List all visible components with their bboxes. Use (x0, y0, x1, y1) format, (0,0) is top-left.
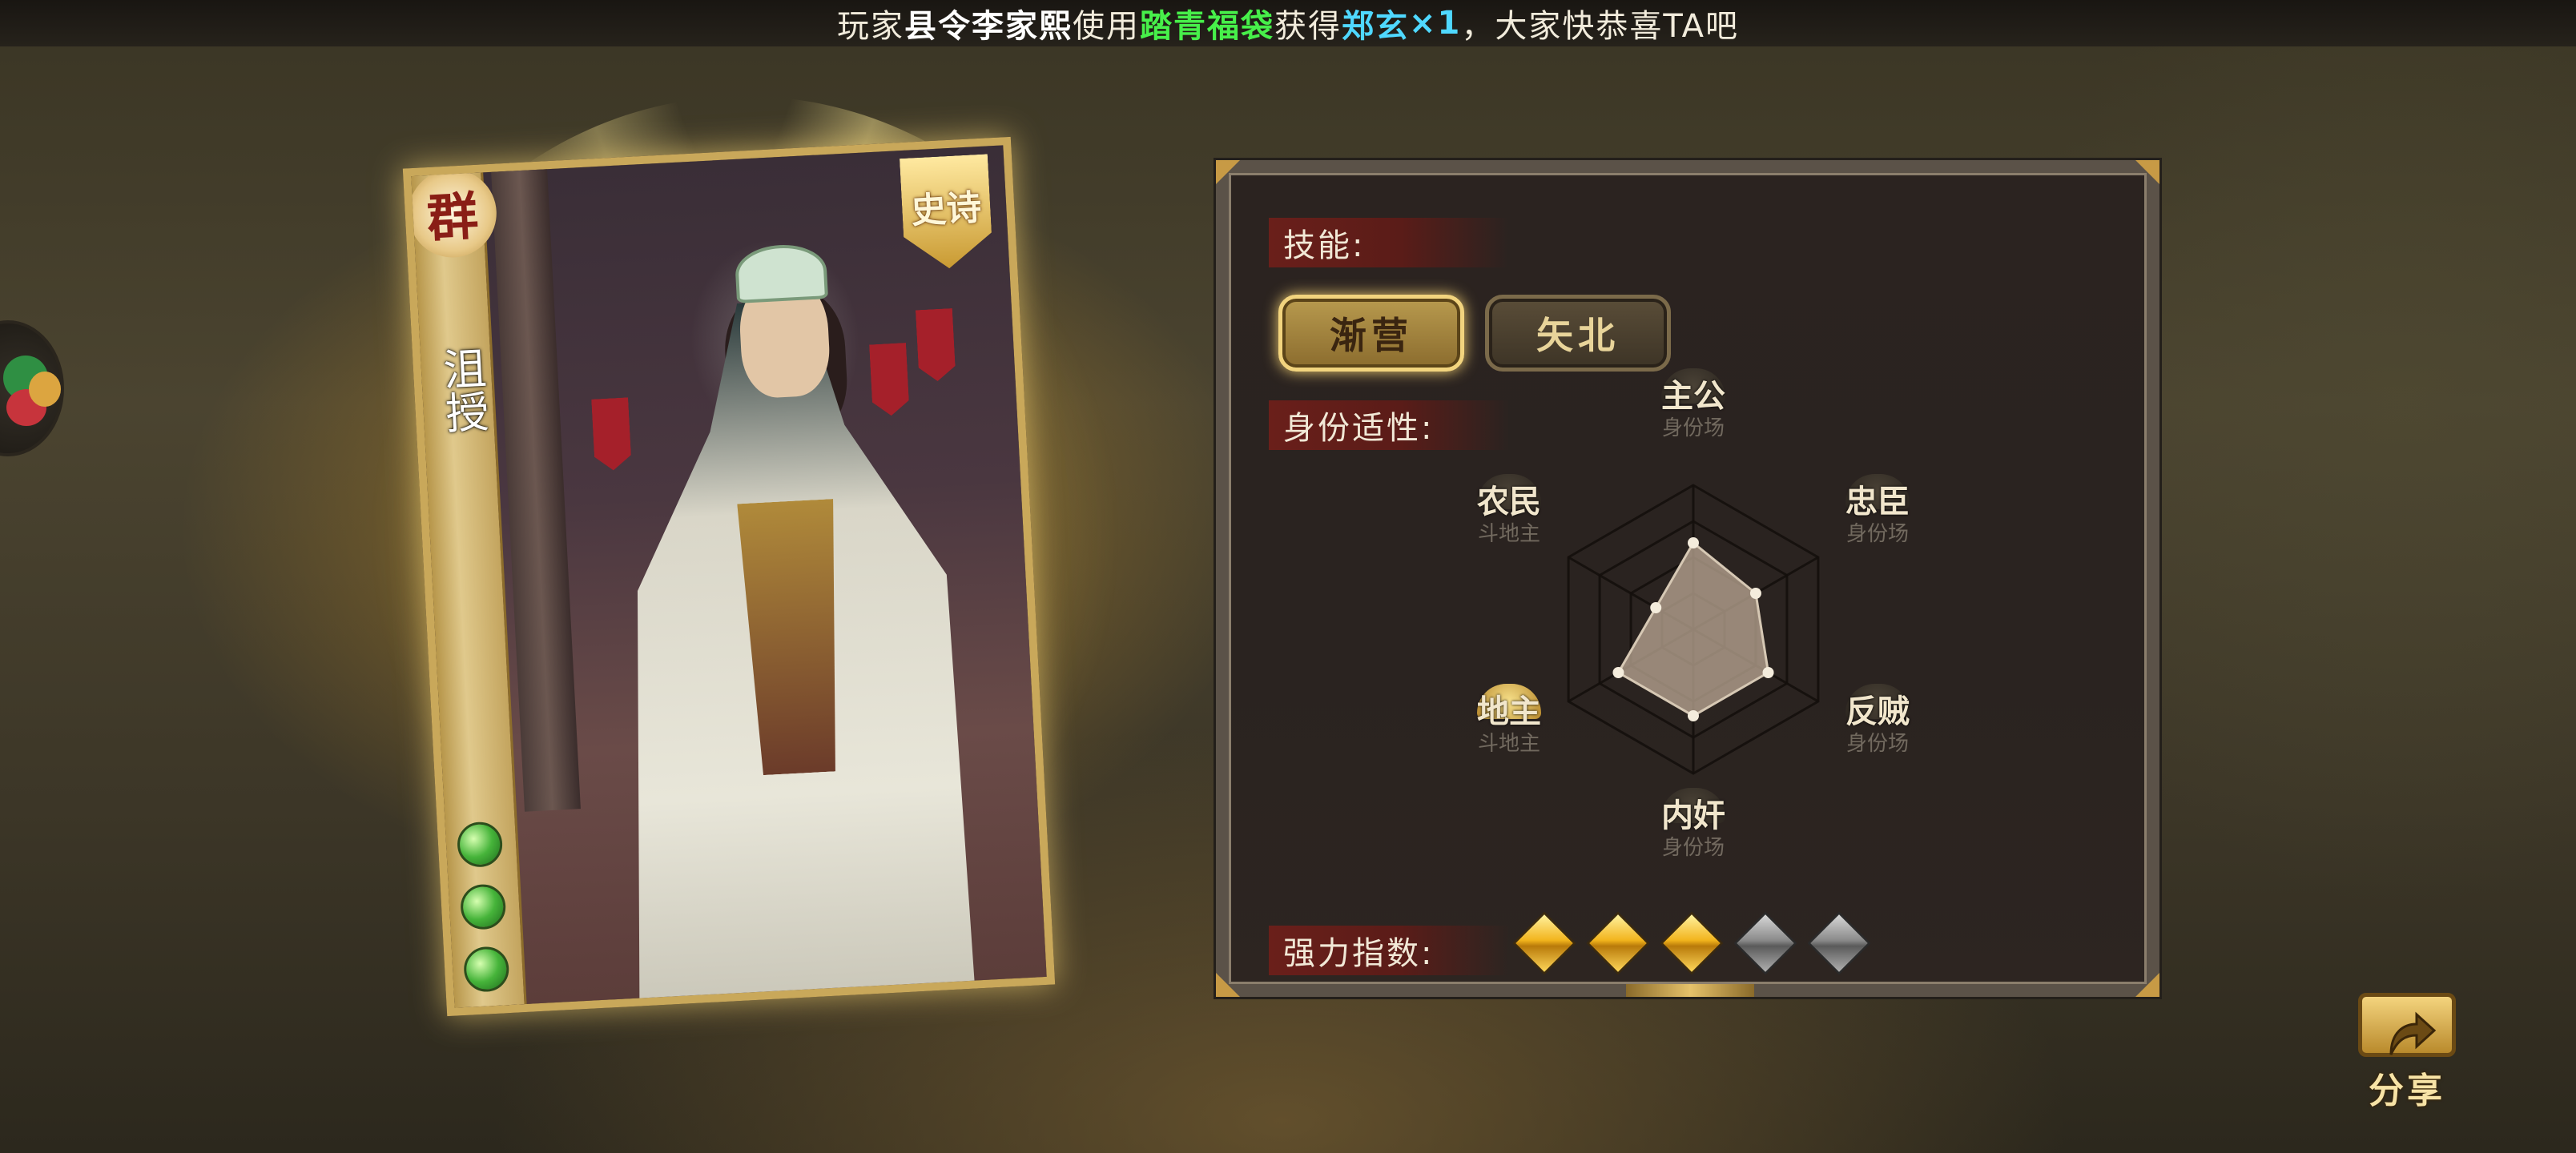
share-button[interactable]: 分享 (2347, 993, 2467, 1113)
role-name: 地主 (1477, 693, 1541, 730)
radar-value-point (1749, 588, 1761, 599)
role-node-dizhu: 地主 斗地主 (1461, 684, 1557, 757)
role-node-nongmin: 农民 斗地主 (1461, 474, 1557, 547)
health-orb-icon (459, 883, 507, 931)
panel-bottom-ornament (1626, 984, 1754, 997)
radar-value-point (1612, 667, 1624, 678)
panel-corner-ornament (2135, 160, 2159, 184)
panel-corner-ornament (1216, 973, 1240, 997)
hero-info-panel: 技能: 渐营 矢北 身份适性: 主公 身份场 忠臣 身份场 反贼 身份场 内奸 … (1216, 160, 2159, 997)
role-name: 反贼 (1845, 693, 1910, 730)
power-rating (1512, 911, 1871, 975)
banner-suffix: ，大家快恭喜TA吧 (1461, 8, 1740, 45)
radar-value-point (1650, 602, 1662, 613)
role-node-neijian: 内奸 身份场 (1645, 788, 1741, 861)
radar-value-point (1762, 667, 1774, 678)
side-menu-tab[interactable] (0, 320, 64, 456)
role-name: 主公 (1661, 378, 1725, 415)
radar-value-area (1616, 540, 1770, 717)
health-orb-icon (462, 946, 510, 993)
role-name: 农民 (1477, 484, 1541, 520)
power-diamond-empty-icon (1807, 911, 1871, 975)
banner-verb: 使用 (1072, 8, 1140, 45)
menu-segment-gold-icon (29, 372, 61, 407)
role-radar-chart: 主公 身份场 忠臣 身份场 反贼 身份场 内奸 身份场 地主 斗地主 农民 斗地… (1453, 368, 1934, 902)
health-orb-icon (456, 821, 504, 869)
art-banner-flag (916, 308, 956, 382)
art-banner-flag (591, 397, 632, 471)
broadcast-banner: 玩家 县令李家熙 使用 踏青福袋 获得 郑玄 ×1 ，大家快恭喜TA吧 (0, 0, 2576, 46)
role-mode: 身份场 (1661, 416, 1725, 440)
role-name: 忠臣 (1845, 484, 1910, 520)
power-diamond-empty-icon (1733, 911, 1797, 975)
banner-count: ×1 (1408, 5, 1462, 42)
art-banner-flag (869, 343, 910, 416)
hero-name: 沮授 (434, 345, 490, 435)
skill-button-jianying[interactable]: 渐营 (1278, 295, 1464, 372)
role-node-zhugong: 主公 身份场 (1645, 368, 1741, 441)
role-mode: 斗地主 (1477, 522, 1540, 546)
share-icon (2358, 993, 2456, 1057)
share-label: 分享 (2369, 1071, 2445, 1111)
role-node-fanzei: 反贼 身份场 (1829, 684, 1926, 757)
panel-corner-ornament (2135, 973, 2159, 997)
banner-prefix: 玩家 (836, 8, 904, 45)
banner-player-name: 县令李家熙 (904, 8, 1073, 45)
hero-card[interactable]: 沮授 群 史诗 (402, 136, 1056, 1017)
power-section-label: 强力指数: (1269, 926, 1509, 975)
radar-value-point (1688, 710, 1699, 721)
role-mode: 身份场 (1845, 732, 1909, 756)
power-diamond-filled-icon (1586, 911, 1650, 975)
banner-item: 踏青福袋 (1139, 8, 1274, 45)
skill-section-label: 技能: (1269, 218, 1509, 267)
role-node-zhongchen: 忠臣 身份场 (1829, 474, 1926, 547)
skill-button-shibei[interactable]: 矢北 (1485, 295, 1671, 372)
role-mode: 斗地主 (1477, 732, 1540, 756)
radar-value-point (1688, 537, 1699, 548)
banner-obtain: 获得 (1274, 8, 1342, 45)
banner-general: 郑玄 (1341, 8, 1409, 45)
power-diamond-filled-icon (1660, 911, 1724, 975)
hero-artwork (475, 145, 1047, 1004)
panel-corner-ornament (1216, 160, 1240, 184)
role-name: 内奸 (1661, 797, 1725, 834)
art-hero-hat (734, 243, 829, 304)
role-mode: 身份场 (1661, 836, 1725, 860)
power-diamond-filled-icon (1512, 911, 1576, 975)
role-mode: 身份场 (1845, 522, 1909, 546)
